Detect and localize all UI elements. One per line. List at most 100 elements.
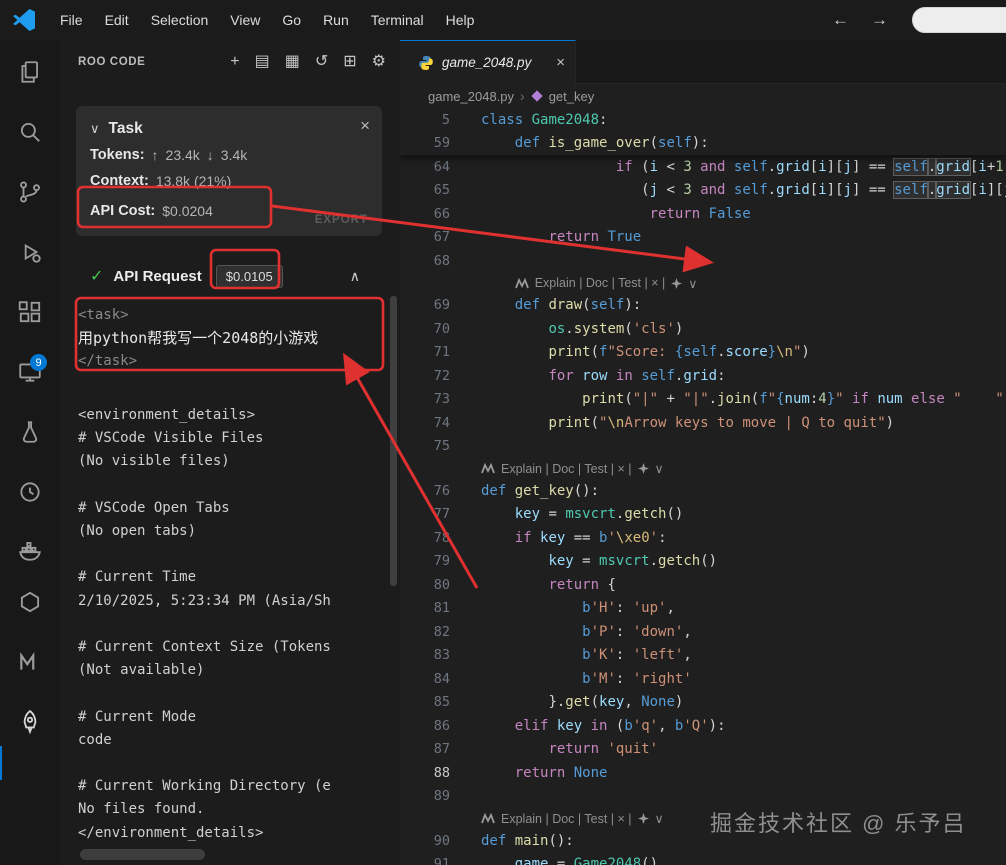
codelens-row[interactable]: Explain | Doc | Test | × | ∨ (400, 458, 1006, 479)
env-line: # Current Working Directory (e (78, 778, 331, 795)
task-card: ∨ Task Tokens: ↑ 23.4k ↓ 3.4k Context: 1… (76, 106, 382, 236)
codelens-actions[interactable]: Explain | Doc | Test | × | (501, 462, 632, 476)
codelens-row[interactable]: Explain | Doc | Test | × | ∨ (400, 273, 1006, 294)
line-number: 80 (433, 576, 450, 593)
menu-file[interactable]: File (49, 0, 94, 40)
menu-selection[interactable]: Selection (140, 0, 220, 40)
menu-help[interactable]: Help (435, 0, 486, 40)
code-line: 75 (400, 435, 1006, 459)
chevron-down-icon[interactable]: ∨ (90, 121, 100, 137)
code-line: 78 if key == b'\xe0': (400, 526, 1006, 550)
code-line: 5 class Game2048: (400, 108, 1006, 132)
mcp-grid-icon[interactable]: ▦ (285, 54, 300, 70)
nav-back-icon[interactable]: ← (832, 10, 849, 30)
line-number: 70 (433, 320, 450, 337)
env-line: 2/10/2025, 5:23:34 PM (Asia/Sh (78, 592, 331, 609)
line-number: 71 (433, 344, 450, 361)
search-icon[interactable] (16, 118, 44, 146)
codelens-caret[interactable]: ∨ (655, 461, 664, 476)
code-area: 5 class Game2048: 59 def is_game_over(self… (400, 108, 1006, 865)
code-line: 59 def is_game_over(self): (400, 132, 1006, 156)
extensions-icon[interactable] (16, 298, 44, 326)
task-close-tag: </task> (78, 353, 138, 369)
codelens-m-icon (514, 277, 529, 288)
history-icon[interactable]: ↺ (315, 54, 328, 70)
line-number: 81 (433, 600, 450, 617)
codelens-caret[interactable]: ∨ (655, 811, 664, 826)
explorer-icon[interactable] (16, 58, 44, 86)
nav-forward-icon[interactable]: → (871, 10, 888, 30)
editor-area: game_2048.py × game_2048.py › get_key 5c… (400, 40, 1006, 865)
line-number: 72 (433, 367, 450, 384)
line-number: 78 (433, 529, 450, 546)
tokens-down-value: 3.4k (220, 147, 248, 163)
breadcrumb: game_2048.py › get_key (400, 84, 1006, 108)
codelens-spark-icon (671, 277, 683, 289)
env-line: </environment_details> (78, 824, 264, 841)
code-line: 80 return { (400, 573, 1006, 597)
code-line: 79 key = msvcrt.getch() (400, 550, 1006, 574)
sidebar-horizontal-scrollbar[interactable] (80, 849, 205, 860)
vscode-logo-icon (13, 9, 35, 31)
sidebar-vertical-scrollbar[interactable] (390, 296, 397, 586)
export-button[interactable]: EXPORT (315, 214, 368, 226)
env-line: <environment_details> (78, 407, 256, 423)
code-line: 67 return True (400, 226, 1006, 250)
menu-view[interactable]: View (219, 0, 271, 40)
code-line: 76 def get_key(): (400, 479, 1006, 503)
line-number: 64 (433, 158, 450, 175)
menu-go[interactable]: Go (271, 0, 312, 40)
breadcrumb-file[interactable]: game_2048.py (428, 89, 514, 104)
api-request-row[interactable]: ✓ API Request $0.0105 ∧ (76, 258, 382, 294)
menu-run[interactable]: Run (312, 0, 360, 40)
menu-bar: File Edit Selection View Go Run Terminal Help (49, 0, 485, 40)
code-line: 70 os.system('cls') (400, 317, 1006, 341)
line-number: 5 (441, 111, 450, 128)
line-number: 59 (433, 135, 450, 152)
tokens-up-icon: ↑ (151, 147, 159, 163)
roo-code-rocket-icon[interactable] (16, 708, 44, 736)
env-line: # VSCode Open Tabs (78, 499, 230, 516)
env-line: (No visible files) (78, 453, 230, 470)
close-icon[interactable]: × (360, 116, 370, 136)
menu-terminal[interactable]: Terminal (360, 0, 435, 40)
source-control-icon[interactable] (16, 178, 44, 206)
m-logo-icon[interactable] (16, 648, 44, 676)
menu-edit[interactable]: Edit (94, 0, 140, 40)
codelens-caret[interactable]: ∨ (688, 276, 697, 291)
codelens-m-icon (481, 462, 495, 474)
command-center-search[interactable] (912, 7, 1006, 33)
tab-close-icon[interactable]: × (556, 54, 565, 71)
breadcrumb-symbol[interactable]: get_key (549, 89, 595, 104)
line-number: 79 (433, 553, 450, 570)
testing-flask-icon[interactable] (16, 418, 44, 446)
roo-code-panel: ROO CODE + ▤ ▦ ↺ ⊞ ⚙ ∨ Task Tokens: ↑ 23.4k ↓… (60, 40, 400, 865)
env-line (78, 613, 400, 636)
env-line (78, 474, 400, 497)
code-line: 65 (j < 3 and self.grid[i][j] == self.gr… (400, 179, 1006, 203)
run-debug-icon[interactable] (16, 238, 44, 266)
docker-icon[interactable] (16, 536, 44, 564)
context-value: 13.8k (21%) (155, 173, 232, 189)
codelens-actions[interactable]: Explain | Doc | Test | × | (535, 276, 666, 290)
new-task-icon[interactable]: + (230, 54, 239, 70)
line-number: 69 (433, 297, 450, 314)
settings-icon[interactable]: ⚙ (372, 54, 386, 70)
codelens-actions[interactable]: Explain | Doc | Test | × | (501, 812, 632, 826)
line-number: 90 (433, 832, 450, 849)
check-icon: ✓ (90, 268, 104, 285)
open-in-editor-icon[interactable]: ⊞ (343, 54, 356, 70)
extensions-badge: 9 (30, 354, 47, 371)
prompts-icon[interactable]: ▤ (255, 54, 270, 70)
code-line: 73 print("|" + "|".join(f"{num:4}" if nu… (400, 388, 1006, 412)
line-number: 82 (433, 623, 450, 640)
chevron-up-icon[interactable]: ∧ (350, 268, 360, 285)
code-line: 68 (400, 249, 1006, 273)
environment-details: <environment_details> # VSCode Visible Fi… (78, 404, 400, 845)
code-line: 77 key = msvcrt.getch() (400, 503, 1006, 527)
clock-icon[interactable] (16, 478, 44, 506)
hexagon-extension-icon[interactable] (16, 588, 44, 616)
activity-bar: 9 (0, 40, 60, 865)
env-line (78, 682, 400, 705)
tab-game-2048-py[interactable]: game_2048.py × (400, 40, 576, 84)
